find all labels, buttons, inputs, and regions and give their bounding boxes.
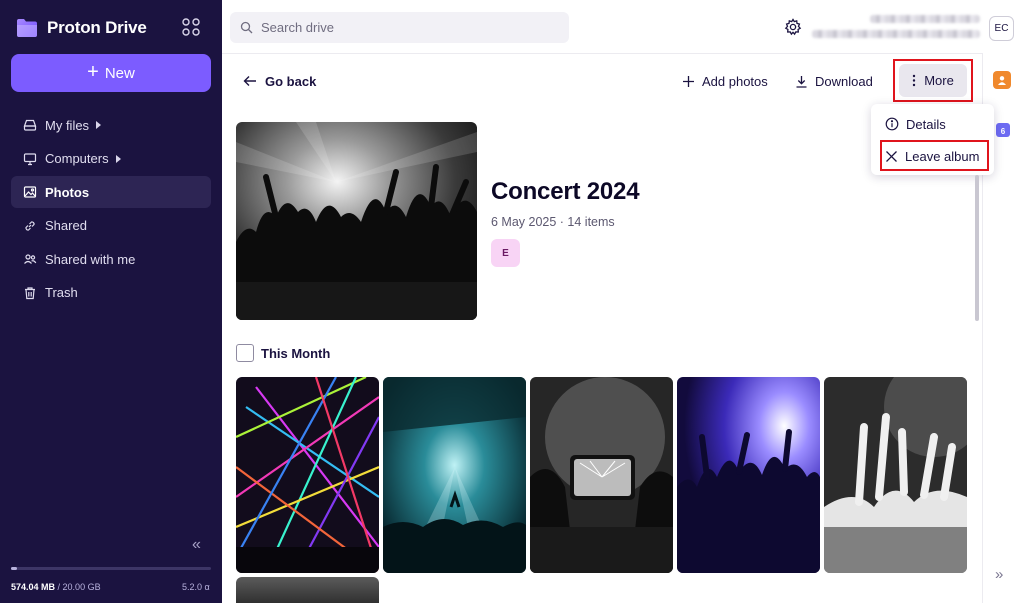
proton-drive-logo-icon: [17, 19, 37, 37]
menu-item-label: Details: [906, 116, 946, 132]
new-button-label: New: [104, 64, 135, 82]
arrow-left-icon: [243, 76, 256, 86]
brand-name: Proton Drive: [47, 18, 147, 37]
sidebar-item-shared-with-me[interactable]: Shared with me: [11, 243, 211, 275]
account-name-blur: [870, 15, 980, 23]
sidebar-item-label: Shared: [45, 218, 87, 234]
sidebar-item-label: Trash: [45, 285, 78, 301]
album-title: Concert 2024: [491, 178, 640, 205]
sidebar-item-trash[interactable]: Trash: [11, 277, 211, 309]
sidebar-item-label: Photos: [45, 184, 90, 200]
contacts-app-icon[interactable]: [993, 71, 1011, 89]
calendar-app-badge: 6: [1000, 127, 1006, 136]
storage-progress-fill: [11, 567, 17, 570]
sidebar: Proton Drive + New My files Computers Ph…: [0, 0, 222, 603]
menu-item-details[interactable]: Details: [871, 110, 994, 138]
sidebar-item-computers[interactable]: Computers: [11, 143, 211, 175]
info-icon: [885, 117, 899, 131]
sidebar-item-my-files[interactable]: My files: [11, 109, 211, 141]
computer-icon: [23, 152, 37, 166]
section-label: This Month: [261, 346, 331, 361]
brand[interactable]: Proton Drive: [15, 15, 147, 41]
album-cover-photo[interactable]: [236, 122, 477, 320]
sidebar-item-label: Shared with me: [45, 251, 136, 267]
storage-usage: 574.04 MB / 20.00 GB: [11, 582, 101, 592]
search-bar[interactable]: [230, 12, 569, 43]
header-divider: [222, 53, 982, 54]
users-icon: [23, 252, 37, 266]
avatar[interactable]: EC: [989, 16, 1014, 41]
photo-thumbnail[interactable]: [824, 377, 967, 573]
album-member-avatar[interactable]: E: [491, 239, 520, 267]
download-label: Download: [815, 73, 873, 89]
download-button[interactable]: Download: [795, 71, 873, 91]
settings-gear-icon[interactable]: [784, 18, 802, 36]
app-version: 5.2.0 α: [182, 582, 210, 592]
apps-grid-icon[interactable]: [181, 17, 201, 37]
collapse-sidebar-icon[interactable]: «: [192, 537, 208, 553]
chevron-right-icon[interactable]: [96, 121, 102, 129]
search-input[interactable]: [261, 20, 541, 35]
album-meta: 6 May 2025 · 14 items: [491, 215, 615, 229]
sidebar-item-shared[interactable]: Shared: [11, 210, 211, 242]
highlight-box-more: [893, 59, 973, 102]
new-button[interactable]: + New: [11, 54, 211, 92]
photo-thumbnail[interactable]: [530, 377, 673, 573]
go-back-button[interactable]: Go back: [243, 71, 316, 91]
expand-rail-icon[interactable]: »: [995, 566, 1003, 583]
storage-total: 20.00 GB: [62, 582, 101, 592]
photo-thumbnail[interactable]: [383, 377, 526, 573]
image-icon: [23, 185, 37, 199]
photo-thumbnail[interactable]: [236, 577, 379, 603]
sidebar-item-label: Computers: [45, 151, 109, 167]
scrollbar[interactable]: [975, 175, 979, 321]
photo-thumbnail[interactable]: [236, 377, 379, 573]
link-icon: [23, 219, 37, 233]
sidebar-item-photos[interactable]: Photos: [11, 176, 211, 209]
trash-icon: [23, 286, 37, 300]
search-icon: [240, 21, 253, 34]
chevron-right-icon[interactable]: [115, 154, 121, 163]
photo-thumbnail[interactable]: [677, 377, 820, 573]
account-email-blur: [812, 30, 980, 38]
sidebar-item-label: My files: [45, 117, 90, 133]
hard-drive-icon: [23, 118, 37, 132]
storage-progress: [11, 567, 211, 570]
sidebar-nav: My files Computers Photos Shared Shared …: [11, 109, 211, 311]
select-section-checkbox[interactable]: [236, 344, 254, 362]
download-icon: [796, 75, 807, 88]
highlight-box-leave-album: [880, 140, 989, 171]
storage-separator: /: [55, 582, 63, 592]
plus-icon: +: [87, 61, 99, 83]
go-back-label: Go back: [265, 73, 317, 89]
add-photos-label: Add photos: [702, 73, 768, 89]
add-photos-button[interactable]: Add photos: [682, 71, 768, 91]
account-info-redacted[interactable]: [812, 14, 982, 42]
storage-used: 574.04 MB: [11, 582, 56, 592]
calendar-app-icon[interactable]: 6: [996, 123, 1010, 137]
plus-icon: [683, 75, 694, 87]
